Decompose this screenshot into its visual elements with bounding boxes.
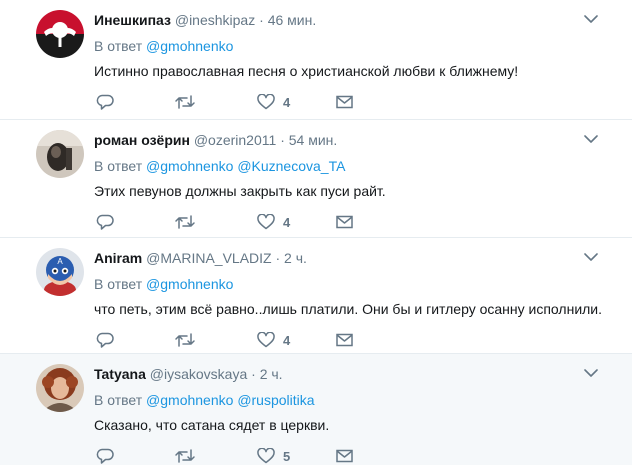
chevron-down-icon[interactable] xyxy=(584,14,598,24)
retweet-icon xyxy=(175,215,195,229)
chevron-down-icon[interactable] xyxy=(584,368,598,378)
user-name[interactable]: Aniram xyxy=(94,250,142,266)
tweet-time[interactable]: 54 мин. xyxy=(289,132,338,148)
tweet-actions: 4 xyxy=(94,212,364,232)
reply-prefix: В ответ xyxy=(94,38,143,54)
user-handle[interactable]: @iysakovskaya xyxy=(150,366,247,382)
tweet[interactable]: Инешкипаз @ineshkipaz · 46 мин. В ответ … xyxy=(0,0,632,120)
reply-button[interactable] xyxy=(96,212,114,232)
retweet-button[interactable] xyxy=(174,212,196,232)
direct-message-button[interactable] xyxy=(336,212,353,232)
direct-message-button[interactable] xyxy=(336,330,353,350)
direct-message-button[interactable] xyxy=(336,446,353,466)
like-count: 4 xyxy=(283,332,291,348)
reply-icon xyxy=(96,332,114,348)
retweet-button[interactable] xyxy=(174,92,196,112)
avatar[interactable] xyxy=(36,364,84,412)
like-button[interactable]: 4 xyxy=(257,92,290,112)
reply-icon xyxy=(96,448,114,464)
envelope-icon xyxy=(336,215,353,229)
heart-icon xyxy=(257,214,275,230)
tweet[interactable]: роман озёрин @ozerin2011 · 54 мин. В отв… xyxy=(0,120,632,238)
tweet-text: что петь, этим всё равно..лишь платили. … xyxy=(94,301,603,317)
mention-link[interactable]: @Kuznecova_TA xyxy=(237,158,345,174)
reply-prefix: В ответ xyxy=(94,392,143,408)
tweet-time[interactable]: 2 ч. xyxy=(284,250,307,266)
tweet-header: роман озёрин @ozerin2011 · 54 мин. xyxy=(94,132,337,148)
chevron-down-icon[interactable] xyxy=(584,252,598,262)
user-name[interactable]: Инешкипаз xyxy=(94,12,171,28)
mention-link[interactable]: @gmohnenko xyxy=(146,158,233,174)
retweet-button[interactable] xyxy=(174,330,196,350)
reply-context: В ответ @gmohnenko xyxy=(94,276,233,292)
mention-link[interactable]: @gmohnenko xyxy=(146,276,233,292)
retweet-icon xyxy=(175,333,195,347)
retweet-button[interactable] xyxy=(174,446,196,466)
reply-prefix: В ответ xyxy=(94,276,143,292)
user-name[interactable]: роман озёрин xyxy=(94,132,190,148)
reply-button[interactable] xyxy=(96,92,114,112)
user-handle[interactable]: @ineshkipaz xyxy=(175,12,255,28)
mention-list: @gmohnenko xyxy=(146,38,233,54)
tweet[interactable]: A Aniram @MARINA_VLADIZ · 2 ч. В ответ @… xyxy=(0,238,632,354)
reply-button[interactable] xyxy=(96,446,114,466)
heart-icon xyxy=(257,448,275,464)
retweet-icon xyxy=(175,449,195,463)
retweet-icon xyxy=(175,95,195,109)
reply-context: В ответ @gmohnenko @ruspolitika xyxy=(94,392,315,408)
mention-link[interactable]: @gmohnenko xyxy=(146,38,233,54)
separator-dot: · xyxy=(280,132,285,148)
tweet-time[interactable]: 46 мин. xyxy=(268,12,317,28)
reply-context: В ответ @gmohnenko xyxy=(94,38,233,54)
tweet-header: Инешкипаз @ineshkipaz · 46 мин. xyxy=(94,12,316,28)
tweet-actions: 4 xyxy=(94,330,364,350)
separator-dot: · xyxy=(259,12,264,28)
tweet-actions: 4 xyxy=(94,92,364,112)
tweet[interactable]: Tatyana @iysakovskaya · 2 ч. В ответ @gm… xyxy=(0,354,632,465)
envelope-icon xyxy=(336,95,353,109)
svg-text:A: A xyxy=(57,257,63,266)
user-handle[interactable]: @ozerin2011 xyxy=(194,132,276,148)
tweet-text: Сказано, что сатана сядет в церкви. xyxy=(94,417,330,433)
separator-dot: · xyxy=(275,250,281,266)
tweet-text: Истинно православная песня о христианско… xyxy=(94,63,519,79)
heart-icon xyxy=(257,332,275,348)
like-button[interactable]: 4 xyxy=(257,212,290,232)
tweet-header: Tatyana @iysakovskaya · 2 ч. xyxy=(94,366,283,382)
user-handle[interactable]: @MARINA_VLADIZ xyxy=(146,250,271,266)
tweet-actions: 5 xyxy=(94,446,364,466)
like-count: 4 xyxy=(283,94,291,110)
avatar[interactable] xyxy=(36,10,84,58)
separator-dot: · xyxy=(251,366,256,382)
tweet-text: Этих певунов должны закрыть как пуси рай… xyxy=(94,183,386,199)
mention-list: @gmohnenko xyxy=(146,276,233,292)
envelope-icon xyxy=(336,449,353,463)
heart-icon xyxy=(257,94,275,110)
reply-icon xyxy=(96,214,114,230)
like-count: 4 xyxy=(283,214,291,230)
like-button[interactable]: 4 xyxy=(257,330,290,350)
avatar[interactable] xyxy=(36,130,84,178)
reply-context: В ответ @gmohnenko @Kuznecova_TA xyxy=(94,158,345,174)
reply-icon xyxy=(96,94,114,110)
tweet-header: Aniram @MARINA_VLADIZ · 2 ч. xyxy=(94,250,307,266)
user-name[interactable]: Tatyana xyxy=(94,366,146,382)
reply-button[interactable] xyxy=(96,330,114,350)
mention-link[interactable]: @gmohnenko xyxy=(146,392,233,408)
like-button[interactable]: 5 xyxy=(257,446,290,466)
reply-prefix: В ответ xyxy=(94,158,143,174)
mention-link[interactable]: @ruspolitika xyxy=(237,392,314,408)
like-count: 5 xyxy=(283,448,291,464)
tweet-time[interactable]: 2 ч. xyxy=(260,366,283,382)
mention-list: @gmohnenko @ruspolitika xyxy=(146,392,315,408)
chevron-down-icon[interactable] xyxy=(584,134,598,144)
envelope-icon xyxy=(336,333,353,347)
mention-list: @gmohnenko @Kuznecova_TA xyxy=(146,158,345,174)
avatar[interactable]: A xyxy=(36,248,84,296)
direct-message-button[interactable] xyxy=(336,92,353,112)
